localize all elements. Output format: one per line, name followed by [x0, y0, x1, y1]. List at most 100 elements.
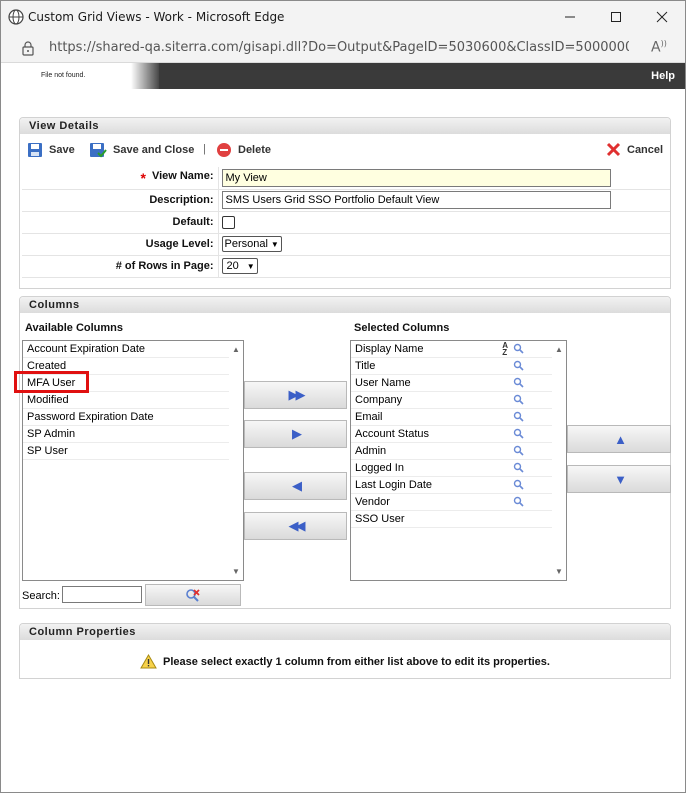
view-name-input[interactable] [221, 168, 611, 187]
search-input[interactable] [62, 586, 142, 603]
sort-az-icon[interactable]: AZ [502, 342, 508, 357]
available-column-item[interactable]: Password Expiration Date [23, 409, 230, 426]
default-label: Default: [22, 211, 218, 234]
scroll-down-icon[interactable]: ▼ [232, 567, 240, 576]
save-and-close-button[interactable]: Save and Close [89, 142, 194, 158]
scroll-up-icon[interactable]: ▲ [555, 345, 563, 354]
selected-column-label: Email [355, 411, 383, 423]
selected-columns-list[interactable]: Display Name A Z Title User Name Company Email… [350, 340, 567, 581]
delete-button[interactable]: Delete [216, 142, 271, 158]
toolbar-separator: | [203, 143, 206, 155]
selected-columns-label: Selected Columns [354, 322, 450, 334]
cancel-button[interactable]: Cancel [606, 142, 663, 157]
search-icon[interactable] [513, 428, 524, 439]
selected-column-item[interactable]: Display Name A Z [351, 341, 552, 358]
usage-level-label: Usage Level: [22, 233, 218, 256]
selected-column-label: Account Status [355, 428, 429, 440]
app-globe-icon [8, 9, 24, 25]
view-name-label: View Name: [151, 169, 214, 182]
up-arrow-icon: ▲ [614, 431, 627, 447]
save-close-icon [90, 143, 107, 158]
logo-placeholder: File not found. [41, 72, 86, 79]
description-label: Description: [22, 189, 218, 212]
view-name-row: * View Name: [22, 167, 670, 190]
available-column-item[interactable]: Modified [23, 392, 230, 409]
selected-column-label: Admin [355, 445, 387, 457]
selected-column-label: User Name [355, 377, 411, 389]
selected-column-label: Last Login Date [355, 479, 433, 491]
selected-column-label: Vendor [355, 496, 390, 508]
selected-column-item[interactable]: Last Login Date [351, 477, 552, 494]
down-arrow-icon: ▼ [614, 471, 627, 487]
column-properties-message: Please select exactly 1 column from eith… [140, 654, 550, 669]
search-icon[interactable] [513, 360, 524, 371]
warning-icon [140, 654, 157, 669]
selected-scrollbar[interactable]: ▲ ▼ [552, 341, 566, 580]
remove-all-button[interactable]: ◀◀ [244, 512, 347, 540]
toolbar: Save Save and Close | Delete Cancel [25, 140, 665, 162]
add-all-button[interactable]: ▶▶ [244, 381, 347, 409]
selected-column-item[interactable]: Account Status [351, 426, 552, 443]
remove-selected-button[interactable]: ◀ [244, 472, 347, 500]
chevron-down-icon: ▼ [246, 261, 255, 271]
lock-icon [22, 41, 34, 56]
app-header: File not found. Help [1, 63, 685, 89]
search-icon[interactable] [513, 496, 524, 507]
available-column-item[interactable]: SP User [23, 443, 230, 460]
selected-column-item[interactable]: SSO User [351, 511, 552, 528]
search-icon[interactable] [513, 377, 524, 388]
available-column-item[interactable]: Account Expiration Date [23, 341, 230, 358]
selected-column-item[interactable]: User Name [351, 375, 552, 392]
default-checkbox[interactable] [221, 215, 235, 229]
move-down-button[interactable]: ▼ [567, 465, 671, 493]
close-window-button[interactable] [639, 1, 685, 33]
scroll-up-icon[interactable]: ▲ [232, 345, 240, 354]
url-text[interactable]: https://shared-qa.siterra.com/gisapi.dll… [49, 40, 629, 55]
view-details-panel: View Details Save Save and Close | Delet… [19, 117, 671, 289]
selected-column-item[interactable]: Title [351, 358, 552, 375]
selected-column-item[interactable]: Email [351, 409, 552, 426]
selected-column-label: Company [355, 394, 403, 406]
minimize-icon [565, 16, 575, 18]
usage-level-row: Usage Level: Personal ▼ [22, 233, 670, 256]
column-properties-panel: Column Properties Please select exactly … [19, 623, 671, 679]
selected-column-item[interactable]: Company [351, 392, 552, 409]
move-up-button[interactable]: ▲ [567, 425, 671, 453]
scroll-down-icon[interactable]: ▼ [555, 567, 563, 576]
available-columns-label: Available Columns [25, 322, 124, 334]
add-selected-button[interactable]: ▶ [244, 420, 347, 448]
right-arrow-icon: ▶ [292, 426, 302, 441]
search-icon[interactable] [513, 445, 524, 456]
search-icon[interactable] [513, 462, 524, 473]
search-label: Search: [22, 590, 60, 602]
selected-column-label: SSO User [355, 513, 405, 525]
available-scrollbar[interactable]: ▲ ▼ [229, 341, 243, 580]
search-icon[interactable] [513, 343, 524, 354]
rows-per-page-label: # of Rows in Page: [22, 255, 218, 278]
selected-column-label: Title [355, 360, 376, 372]
highlight-box [14, 371, 89, 393]
search-icon[interactable] [513, 394, 524, 405]
search-icon[interactable] [513, 411, 524, 422]
view-details-form: * View Name: Description: Default: Usage … [22, 167, 670, 278]
read-aloud-icon[interactable]: A)) [651, 39, 667, 56]
available-column-item[interactable]: SP Admin [23, 426, 230, 443]
selected-column-label: Logged In [355, 462, 404, 474]
minimize-button[interactable] [547, 1, 593, 33]
usage-level-select[interactable]: Personal ▼ [221, 236, 282, 252]
maximize-icon [611, 12, 621, 22]
close-icon [656, 11, 668, 23]
left-arrow-icon: ◀ [292, 478, 302, 493]
help-link[interactable]: Help [651, 70, 675, 82]
selected-column-item[interactable]: Logged In [351, 460, 552, 477]
double-left-arrow-icon: ◀◀ [288, 518, 306, 533]
selected-column-item[interactable]: Admin [351, 443, 552, 460]
rows-per-page-select[interactable]: 20 ▼ [221, 258, 258, 274]
maximize-button[interactable] [593, 1, 639, 33]
clear-search-button[interactable] [145, 584, 241, 606]
search-icon[interactable] [513, 479, 524, 490]
selected-column-item[interactable]: Vendor [351, 494, 552, 511]
description-input[interactable] [221, 191, 611, 209]
description-row: Description: [22, 189, 670, 212]
save-button[interactable]: Save [27, 142, 75, 158]
